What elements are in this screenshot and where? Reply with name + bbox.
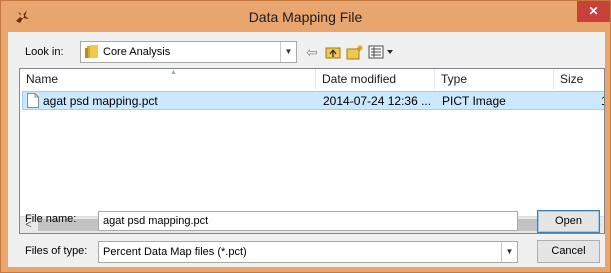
- back-arrow-icon[interactable]: ⇦: [303, 42, 321, 62]
- size-cell: 1: [601, 94, 604, 108]
- close-button[interactable]: ✕: [577, 1, 610, 22]
- open-button[interactable]: Open: [537, 210, 600, 233]
- dialog-body: Look in: Core Analysis ▼ ⇦ Name ▲ Date m…: [8, 32, 605, 267]
- column-header-name[interactable]: Name: [20, 69, 315, 89]
- new-folder-icon[interactable]: [345, 42, 365, 62]
- file-name-input[interactable]: agat psd mapping.pct: [98, 211, 518, 231]
- date-modified-cell: 2014-07-24 12:36 ...: [323, 94, 432, 108]
- column-header-date[interactable]: Date modified: [316, 69, 434, 89]
- file-type-value: Percent Data Map files (*.pct): [103, 246, 247, 258]
- view-menu-icon[interactable]: [367, 42, 395, 62]
- type-cell: PICT Image: [442, 94, 506, 108]
- column-header-type[interactable]: Type: [435, 69, 553, 89]
- file-name-cell: agat psd mapping.pct: [43, 94, 158, 108]
- cancel-button[interactable]: Cancel: [537, 240, 600, 263]
- dialog-window: Data Mapping File ✕ Look in: Core Analys…: [0, 0, 611, 273]
- sort-up-icon: ▲: [170, 69, 177, 76]
- file-type-label: Files of type:: [25, 245, 88, 257]
- title-bar[interactable]: Data Mapping File ✕: [1, 1, 610, 32]
- window-title: Data Mapping File: [248, 9, 363, 25]
- chevron-down-icon[interactable]: ▼: [280, 42, 296, 62]
- file-name-label: File name:: [25, 213, 77, 225]
- file-list[interactable]: Name ▲ Date modified Type Size agat psd …: [19, 68, 605, 234]
- list-header: Name ▲ Date modified Type Size: [20, 69, 604, 89]
- file-icon: [27, 93, 39, 108]
- up-folder-icon[interactable]: [324, 42, 342, 62]
- table-row[interactable]: agat psd mapping.pct 2014-07-24 12:36 ..…: [22, 91, 604, 110]
- folder-icon: [85, 45, 98, 58]
- file-type-dropdown[interactable]: Percent Data Map files (*.pct) ▼: [98, 241, 518, 263]
- look-in-label: Look in:: [25, 46, 64, 58]
- look-in-dropdown[interactable]: Core Analysis ▼: [80, 41, 297, 63]
- chevron-down-icon[interactable]: ▼: [501, 242, 517, 262]
- look-in-value: Core Analysis: [103, 46, 171, 58]
- column-header-size[interactable]: Size: [554, 69, 604, 89]
